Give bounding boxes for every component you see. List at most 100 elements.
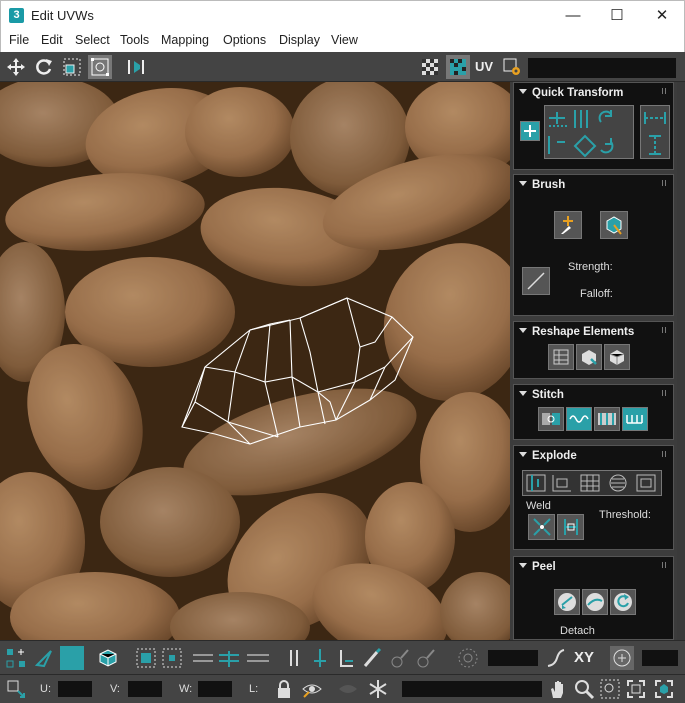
collapse-arrow-icon[interactable]	[519, 563, 527, 568]
menu-tools[interactable]: Tools	[120, 33, 149, 47]
straighten-button[interactable]	[548, 344, 574, 370]
mirror-icon[interactable]	[124, 55, 148, 79]
move-icon[interactable]	[4, 55, 28, 79]
v-field[interactable]	[128, 681, 162, 697]
edge-loop-icon[interactable]	[282, 646, 306, 670]
edge-ring-icon[interactable]	[308, 646, 332, 670]
select-open-edges-icon[interactable]	[334, 646, 358, 670]
select-element-icon[interactable]	[96, 646, 120, 670]
rollout-title[interactable]: Explode	[532, 450, 577, 462]
filter-dropdown[interactable]	[402, 681, 542, 697]
absolute-offset-icon[interactable]	[4, 677, 28, 701]
collapse-arrow-icon[interactable]	[519, 181, 527, 186]
grip-icon[interactable]	[662, 180, 668, 186]
freeze-icon[interactable]	[366, 677, 390, 701]
close-button[interactable]: ✕	[639, 1, 685, 31]
minimize-button[interactable]: —	[550, 1, 596, 31]
u-field[interactable]	[58, 681, 92, 697]
collapse-arrow-icon[interactable]	[519, 328, 527, 333]
weld-all-button[interactable]	[557, 514, 584, 540]
quick-peel-button[interactable]	[554, 589, 580, 615]
zoom-selected-icon[interactable]	[652, 677, 676, 701]
freeform-mode-icon[interactable]	[88, 55, 112, 79]
point-to-point-seam-icon[interactable]	[388, 646, 412, 670]
texture-display-icon[interactable]	[446, 55, 470, 79]
peel-mode-button[interactable]	[582, 589, 608, 615]
uv-viewport[interactable]	[0, 82, 510, 640]
main-toolbar: UV	[0, 52, 685, 82]
collapse-arrow-icon[interactable]	[519, 452, 527, 457]
menu-view[interactable]: View	[331, 33, 358, 47]
grip-icon[interactable]	[662, 451, 668, 457]
falloff-curve-icon[interactable]	[544, 646, 568, 670]
menu-bar: File Edit Select Tools Mapping Options D…	[0, 30, 685, 52]
select-vertex-icon[interactable]	[4, 646, 28, 670]
shrink-selection-icon[interactable]	[160, 646, 184, 670]
texture-dropdown[interactable]	[528, 58, 676, 78]
scale-icon[interactable]	[60, 55, 84, 79]
menu-file[interactable]: File	[9, 33, 29, 47]
relax-by-polygon-button[interactable]	[604, 344, 630, 370]
checker-icon[interactable]	[418, 55, 442, 79]
rollout-title[interactable]: Quick Transform	[532, 87, 623, 99]
stitch-custom-button[interactable]	[538, 407, 564, 431]
rollout-title[interactable]: Peel	[532, 561, 556, 573]
rollout-title[interactable]: Brush	[532, 179, 565, 191]
select-edge-icon[interactable]	[32, 646, 56, 670]
peel-rollout: Peel Detach	[513, 556, 674, 640]
grip-icon[interactable]	[662, 390, 668, 396]
brush-falloff-button[interactable]	[522, 267, 550, 295]
menu-edit[interactable]: Edit	[41, 33, 63, 47]
menu-select[interactable]: Select	[75, 33, 110, 47]
rollout-title[interactable]: Reshape Elements	[532, 326, 634, 338]
select-polygon-icon[interactable]	[60, 646, 84, 670]
grip-icon[interactable]	[662, 562, 668, 568]
stitch-to-source-button[interactable]	[566, 407, 592, 431]
grip-icon[interactable]	[662, 88, 668, 94]
grip-icon[interactable]	[662, 327, 668, 333]
zoom-region-icon[interactable]	[598, 677, 622, 701]
edge-seam-icon[interactable]	[414, 646, 438, 670]
relax-button[interactable]	[576, 344, 602, 370]
rollout-title[interactable]: Stitch	[532, 389, 564, 401]
space-tools-group	[640, 105, 670, 159]
zoom-icon[interactable]	[572, 677, 596, 701]
lock-icon[interactable]	[272, 677, 296, 701]
menu-display[interactable]: Display	[279, 33, 320, 47]
weld-selected-button[interactable]	[528, 514, 555, 540]
falloff-value-field[interactable]	[488, 650, 538, 666]
stitch-average-button[interactable]	[594, 407, 620, 431]
soft-selection-icon[interactable]	[456, 646, 480, 670]
paint-select-icon[interactable]	[360, 646, 384, 670]
snap-icon[interactable]	[610, 646, 634, 670]
app-icon: 3	[9, 8, 24, 23]
detach-label: Detach	[560, 625, 595, 637]
maximize-button[interactable]: ☐	[594, 1, 640, 31]
collapse-arrow-icon[interactable]	[519, 391, 527, 396]
weld-label: Weld	[526, 500, 551, 512]
show-icon[interactable]	[336, 677, 360, 701]
panel-scrollbar[interactable]	[677, 82, 685, 640]
stitch-to-target-button[interactable]	[622, 407, 648, 431]
snap-value-field[interactable]	[642, 650, 678, 666]
status-toolbar: U: V: W: L:	[0, 674, 685, 703]
collapse-arrow-icon[interactable]	[519, 89, 527, 94]
settings-icon[interactable]	[500, 55, 524, 79]
xy-coordinate-toggle[interactable]: XY	[574, 649, 594, 666]
grow-selection-icon[interactable]	[134, 646, 158, 670]
v-label: V:	[110, 683, 120, 695]
relax-brush-button[interactable]	[600, 211, 628, 239]
loop-ring-tools-icon[interactable]	[190, 646, 274, 670]
transform-gizmo-button[interactable]	[520, 121, 540, 141]
hide-icon[interactable]	[300, 677, 324, 701]
zoom-extents-icon[interactable]	[624, 677, 648, 701]
uv-mode-label[interactable]: UV	[475, 59, 493, 74]
stitch-rollout: Stitch	[513, 384, 674, 440]
menu-mapping[interactable]: Mapping	[161, 33, 209, 47]
menu-options[interactable]: Options	[223, 33, 266, 47]
paint-move-button[interactable]	[554, 211, 582, 239]
rotate-icon[interactable]	[32, 55, 56, 79]
w-field[interactable]	[198, 681, 232, 697]
reset-peel-button[interactable]	[610, 589, 636, 615]
pan-icon[interactable]	[546, 677, 570, 701]
